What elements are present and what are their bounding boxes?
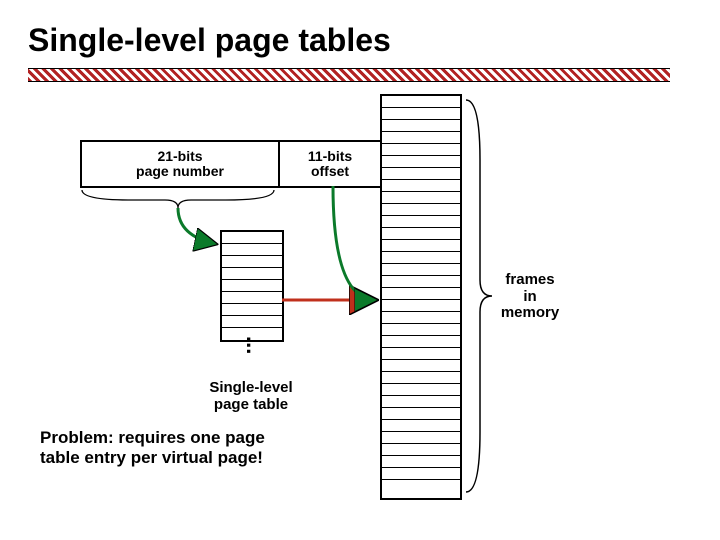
page-table-label-l1: Single-level <box>209 379 292 396</box>
page-bits-label: 21-bits <box>157 149 202 164</box>
problem-l2: table entry per virtual page! <box>40 448 263 467</box>
frames-label-l1: frames <box>505 271 554 288</box>
page-number-label: page number <box>136 164 224 179</box>
memory-frames-box <box>380 94 462 500</box>
page-table-box <box>220 230 284 342</box>
problem-l1: Problem: requires one page <box>40 428 265 447</box>
page-table-ellipsis: ... <box>241 336 267 354</box>
offset-label: offset <box>311 164 349 179</box>
page-number-brace <box>82 190 274 208</box>
offset-bits-label: 11-bits <box>308 149 352 164</box>
page-number-cell: 21-bits page number <box>82 142 278 186</box>
page-table-label-l2: page table <box>214 396 288 413</box>
memory-brace <box>466 100 492 492</box>
offset-cell: 11-bits offset <box>280 142 380 186</box>
frames-label-l2: in <box>523 288 536 305</box>
frames-label: frames in memory <box>490 272 570 322</box>
slide-title: Single-level page tables <box>28 22 391 59</box>
problem-text: Problem: requires one page table entry p… <box>40 428 340 469</box>
frames-label-l3: memory <box>501 304 559 321</box>
page-table-label: Single-level page table <box>186 380 316 413</box>
arrow-page-to-pt <box>178 208 216 244</box>
virtual-address-box: 21-bits page number 11-bits offset <box>80 140 384 188</box>
title-rule <box>28 68 670 82</box>
arrow-offset-to-frame <box>333 186 376 300</box>
